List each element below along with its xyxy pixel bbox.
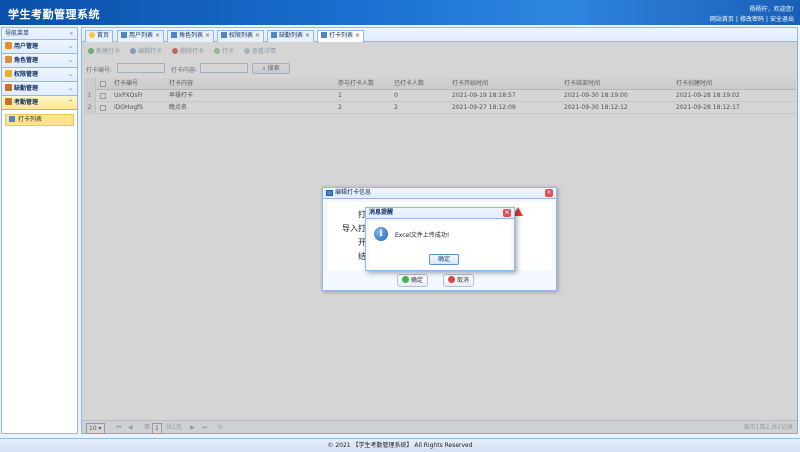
tab-absence-list[interactable]: 缺勤列表 × [267, 30, 315, 42]
sidebar-item-punch-list[interactable]: 打卡列表 [5, 114, 74, 126]
list-icon [9, 116, 15, 122]
close-icon[interactable]: × [545, 189, 553, 197]
close-icon[interactable]: × [205, 32, 210, 39]
dialog-footer: 确定 取消 [323, 272, 556, 290]
message-title: 消息提醒 × [366, 208, 514, 219]
cancel-icon [448, 276, 455, 283]
close-icon[interactable]: × [503, 209, 511, 217]
check-icon [402, 276, 409, 283]
tab-bar: 首页 用户列表 × 角色列表 × 权限列表 × 缺勤列表 × 打卡列表 × [82, 28, 797, 43]
sidebar-section-attendance[interactable]: 考勤管理 ⌃ [2, 96, 77, 110]
chevron-up-icon: ⌃ [67, 99, 73, 106]
page-icon [221, 32, 227, 38]
collapse-sidebar-icon[interactable]: « [69, 28, 73, 39]
page-icon [121, 32, 127, 38]
close-icon[interactable]: × [155, 32, 160, 39]
cancel-button[interactable]: 取消 [443, 274, 475, 287]
info-icon: i [374, 227, 388, 241]
sidebar-section-users[interactable]: 用户管理 ⌄ [2, 40, 77, 54]
header-links: 网站首页 | 修改密码 | 安全退出 [709, 16, 794, 23]
role-icon [5, 56, 12, 63]
chevron-down-icon: ⌄ [67, 85, 73, 92]
message-text: Excel文件上传成功! [395, 232, 450, 239]
bulb-icon [89, 32, 95, 38]
sidebar: 导航菜单 « 用户管理 ⌄ 角色管理 ⌄ 权限管理 ⌄ 缺勤管理 ⌄ 考勤管理 … [1, 27, 78, 434]
change-password-link[interactable]: 修改密码 [740, 16, 764, 23]
app-header: 学生考勤管理系统 杨杨柠，欢迎您! 网站首页 | 修改密码 | 安全退出 [0, 0, 800, 25]
close-icon[interactable]: × [305, 32, 310, 39]
sidebar-section-absence[interactable]: 缺勤管理 ⌄ [2, 82, 77, 96]
close-icon[interactable]: × [255, 32, 260, 39]
close-icon[interactable]: × [355, 32, 360, 39]
chevron-down-icon: ⌄ [67, 71, 73, 78]
tab-role-list[interactable]: 角色列表 × [167, 30, 215, 42]
page-icon [171, 32, 177, 38]
tab-home[interactable]: 首页 [85, 30, 114, 42]
message-box: 消息提醒 × i Excel文件上传成功! 确定 [365, 207, 515, 271]
page-icon [271, 32, 277, 38]
app-title: 学生考勤管理系统 [8, 8, 100, 21]
confirm-button[interactable]: 确定 [397, 274, 429, 287]
key-icon [5, 70, 12, 77]
chevron-down-icon: ⌄ [67, 57, 73, 64]
sidebar-section-permissions[interactable]: 权限管理 ⌄ [2, 68, 77, 82]
absence-icon [5, 84, 12, 91]
attendance-icon [5, 98, 12, 105]
users-icon [5, 42, 12, 49]
welcome-text: 杨杨柠，欢迎您! [749, 6, 794, 13]
chevron-down-icon: ⌄ [67, 43, 73, 50]
message-ok-button[interactable]: 确定 [429, 254, 459, 265]
dialog-title: 编辑打卡信息 × [323, 188, 556, 199]
logout-link[interactable]: 安全退出 [770, 16, 794, 23]
sidebar-section-roles[interactable]: 角色管理 ⌄ [2, 54, 77, 68]
home-link[interactable]: 网站首页 [710, 16, 734, 23]
form-label: 导入打 [342, 224, 366, 233]
window-icon [326, 190, 333, 196]
sidebar-heading: 导航菜单 « [2, 28, 77, 40]
page-footer: © 2021 【学生考勤管理系统】 All Rights Reserved [0, 438, 800, 452]
page-icon [321, 32, 327, 38]
tab-permission-list[interactable]: 权限列表 × [217, 30, 265, 42]
tab-user-list[interactable]: 用户列表 × [117, 30, 165, 42]
